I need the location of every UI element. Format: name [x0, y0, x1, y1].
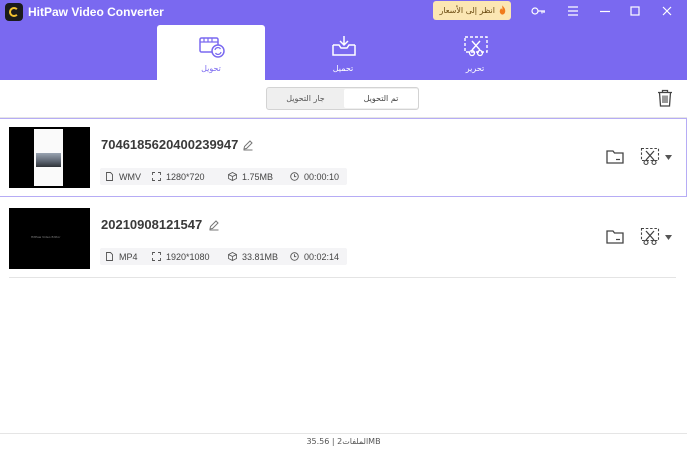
- app-title: HitPaw Video Converter: [28, 5, 164, 19]
- flame-icon: [499, 5, 506, 15]
- resolution-value: 1920*1080: [166, 251, 210, 262]
- convert-icon: [199, 37, 225, 58]
- status-text: الملفات2 | 35.56MB: [306, 437, 381, 446]
- edit-tools-icon[interactable]: [640, 147, 660, 167]
- maximize-icon[interactable]: [627, 3, 643, 19]
- clock-icon: [290, 252, 299, 261]
- size-info: 33.81MB: [228, 248, 278, 265]
- size-value: 1.75MB: [242, 171, 274, 182]
- converted-tab-button[interactable]: تم التحويل: [344, 89, 418, 108]
- edit-tools-icon[interactable]: [640, 227, 660, 247]
- tab-download-label: تحميل: [332, 64, 354, 73]
- resolution-info: 1280*720: [152, 168, 205, 185]
- app-logo-icon: [5, 3, 23, 21]
- minimize-icon[interactable]: [597, 3, 613, 19]
- duration-info: 00:02:14: [290, 248, 339, 265]
- resolution-icon: [152, 252, 161, 261]
- status-divider: [0, 433, 687, 434]
- format-value: WMV: [119, 171, 141, 182]
- video-thumbnail[interactable]: HitPaw Video Editor: [9, 208, 90, 269]
- resolution-icon: [152, 172, 161, 181]
- conversion-status-toggle: جار التحويل تم التحويل: [266, 87, 419, 110]
- cube-icon: [228, 172, 237, 181]
- clock-icon: [290, 172, 299, 181]
- trash-icon[interactable]: [657, 89, 673, 107]
- title-bar: HitPaw Video Converter انظر إلى الأسعار …: [0, 0, 687, 80]
- thumbnail-caption: HitPaw Video Editor: [31, 235, 61, 239]
- converting-tab-button[interactable]: جار التحويل: [268, 89, 343, 108]
- list-item[interactable]: HitPaw Video Editor 20210908121547 MP4 1…: [9, 199, 676, 278]
- file-meta-bar: WMV 1280*720 1.75MB 00:00:10: [100, 168, 347, 185]
- tab-edit[interactable]: تحرير: [421, 25, 529, 80]
- video-thumbnail[interactable]: [9, 127, 90, 188]
- key-icon[interactable]: [530, 3, 546, 19]
- file-icon: [106, 252, 113, 261]
- tab-edit-label: تحرير: [465, 64, 485, 73]
- tab-convert-label: تحويل: [201, 64, 221, 73]
- file-meta-bar: MP4 1920*1080 33.81MB 00:02:14: [100, 248, 347, 265]
- resolution-info: 1920*1080: [152, 248, 210, 265]
- rename-pencil-icon[interactable]: [208, 219, 220, 231]
- folder-icon[interactable]: [606, 229, 624, 245]
- tab-convert[interactable]: تحويل: [157, 25, 265, 80]
- close-icon[interactable]: [659, 3, 675, 19]
- folder-icon[interactable]: [606, 149, 624, 165]
- menu-icon[interactable]: [565, 3, 581, 19]
- chevron-down-icon[interactable]: [665, 235, 672, 240]
- duration-value: 00:02:14: [304, 251, 340, 262]
- format-info: WMV: [105, 168, 141, 185]
- file-name: 7046185620400239947: [101, 137, 239, 152]
- rename-pencil-icon[interactable]: [242, 139, 254, 151]
- list-item[interactable]: 7046185620400239947 WMV 1280*720 1.75MB …: [0, 118, 687, 197]
- pricing-button-label: انظر إلى الأسعار: [439, 6, 496, 15]
- file-icon: [106, 172, 113, 181]
- status-bar: الملفات2 | 35.56MB: [0, 437, 687, 446]
- pricing-button[interactable]: انظر إلى الأسعار: [433, 1, 511, 20]
- edit-toolbox-icon: [464, 36, 488, 57]
- size-info: 1.75MB: [228, 168, 273, 185]
- size-value: 33.81MB: [242, 251, 279, 262]
- tab-download[interactable]: تحميل: [289, 25, 397, 80]
- format-value: MP4: [119, 251, 138, 262]
- duration-value: 00:00:10: [304, 171, 340, 182]
- resolution-value: 1280*720: [166, 171, 205, 182]
- file-name: 20210908121547: [101, 217, 203, 232]
- format-info: MP4: [105, 248, 138, 265]
- duration-info: 00:00:10: [290, 168, 339, 185]
- cube-icon: [228, 252, 237, 261]
- chevron-down-icon[interactable]: [665, 155, 672, 160]
- download-icon: [332, 36, 356, 56]
